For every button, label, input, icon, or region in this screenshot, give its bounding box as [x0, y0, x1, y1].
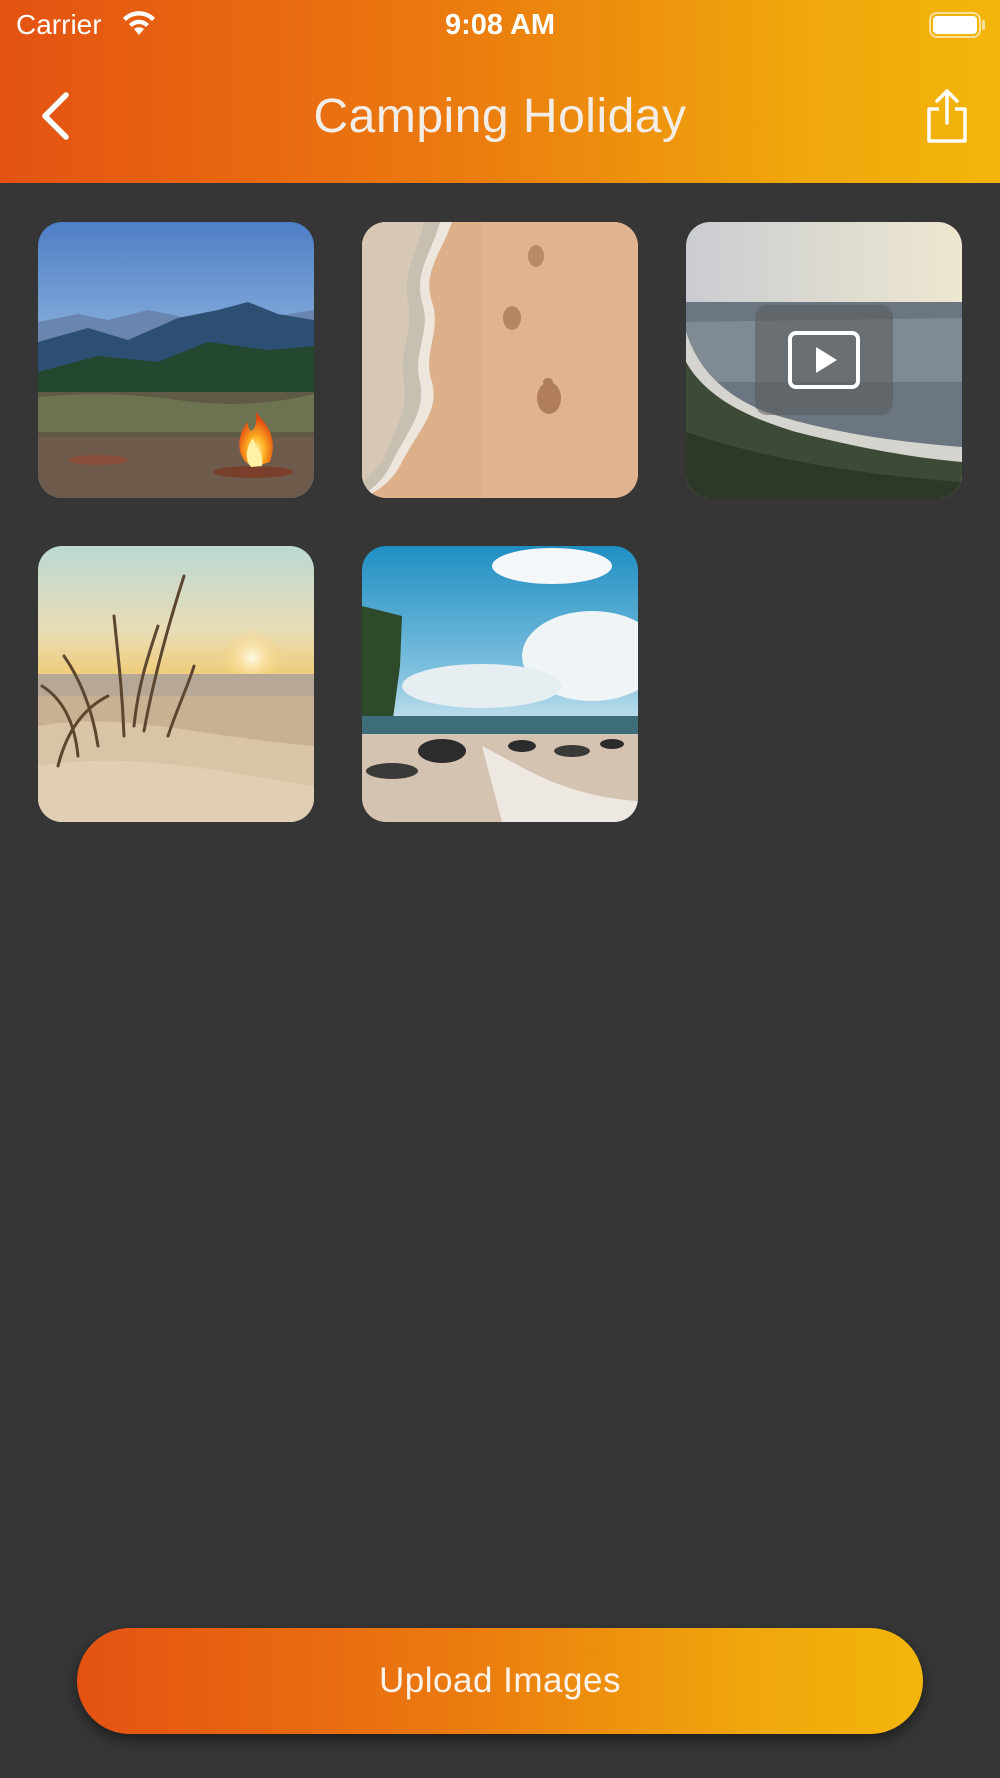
video-play-overlay: [755, 305, 893, 415]
photo-grid: [0, 0, 1000, 1778]
photo-thumbnail-sunset[interactable]: [38, 546, 314, 822]
play-icon: [788, 331, 860, 389]
upload-images-button[interactable]: Upload Images: [77, 1628, 923, 1734]
photo-thumbnail-footprints[interactable]: [362, 222, 638, 498]
video-thumbnail-coastline[interactable]: [686, 222, 962, 498]
photo-thumbnail-campfire[interactable]: [38, 222, 314, 498]
photo-thumbnail-rocky-beach[interactable]: [362, 546, 638, 822]
